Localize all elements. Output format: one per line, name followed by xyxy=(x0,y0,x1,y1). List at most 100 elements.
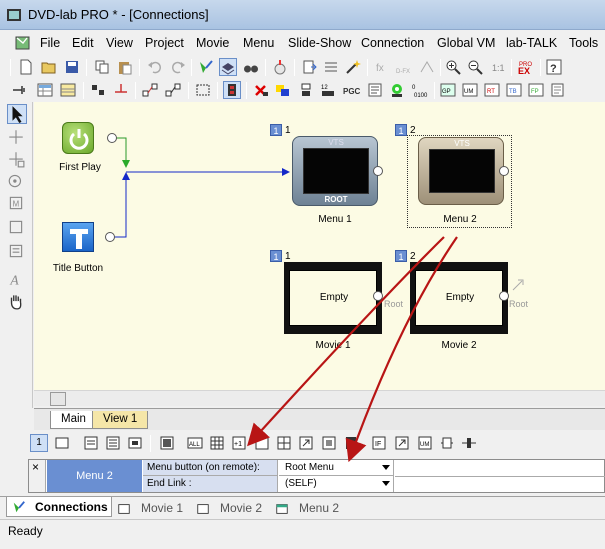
list-icon[interactable] xyxy=(322,58,340,76)
prop-grid-icon[interactable] xyxy=(208,434,226,452)
group-one-button[interactable]: 1 xyxy=(30,434,48,452)
crosshair-tool-icon[interactable] xyxy=(7,128,27,148)
prop-jump-icon[interactable] xyxy=(393,434,411,452)
save-icon[interactable] xyxy=(63,58,81,76)
redo-icon[interactable] xyxy=(169,58,187,76)
menu1-connector[interactable] xyxy=(373,166,383,176)
canvas-hscrollbar[interactable] xyxy=(34,390,605,406)
menu-connection[interactable]: Connection xyxy=(361,36,424,50)
remote-icon[interactable] xyxy=(388,81,406,99)
compile-icon[interactable] xyxy=(300,58,318,76)
audio-streams-icon[interactable]: 12 xyxy=(319,81,337,99)
prop-film-icon[interactable] xyxy=(126,434,144,452)
disc-tool-icon[interactable] xyxy=(7,172,27,192)
prop-box-icon[interactable] xyxy=(253,434,271,452)
undo-icon[interactable] xyxy=(146,58,164,76)
gprm-icon[interactable]: GP xyxy=(439,81,457,99)
menu-tools[interactable]: Tools xyxy=(569,36,598,50)
prop-movie-icon[interactable] xyxy=(158,434,176,452)
link-nodes-alt-icon[interactable] xyxy=(164,81,182,99)
copy-icon[interactable] xyxy=(93,58,111,76)
timecode-icon[interactable]: 0 0100 xyxy=(411,81,429,99)
tab-main[interactable]: Main xyxy=(50,411,97,429)
hscroll-thumb[interactable] xyxy=(50,392,66,406)
select-area-icon[interactable] xyxy=(194,81,212,99)
menu-movie[interactable]: Movie xyxy=(196,36,229,50)
text-tool-icon[interactable]: A xyxy=(7,270,27,290)
movie-node-tool-icon[interactable] xyxy=(7,218,27,238)
prop-plug-icon[interactable] xyxy=(438,434,456,452)
menu-edit[interactable]: Edit xyxy=(72,36,94,50)
delete-link-icon[interactable] xyxy=(252,81,270,99)
movie2-connector[interactable] xyxy=(499,291,509,301)
menu2-node[interactable]: VTS xyxy=(418,137,504,205)
menu-lab-talk[interactable]: lab-TALK xyxy=(506,36,557,50)
prop-screen-icon[interactable] xyxy=(53,434,71,452)
prop-grid2-icon[interactable] xyxy=(275,434,293,452)
movie1-node[interactable]: Empty xyxy=(284,262,382,334)
dropdown-arrow-icon[interactable] xyxy=(382,465,390,471)
hand-tool-icon[interactable] xyxy=(7,292,27,312)
prop-all-icon[interactable]: ALL xyxy=(186,434,204,452)
zoom-out-icon[interactable] xyxy=(466,58,484,76)
tb-icon[interactable]: TB xyxy=(505,81,523,99)
snap-icon[interactable] xyxy=(112,81,130,99)
grid-close-icon[interactable]: × xyxy=(32,460,39,474)
prop-list2-icon[interactable] xyxy=(104,434,122,452)
notes-icon[interactable] xyxy=(549,81,567,99)
help-icon[interactable]: ? xyxy=(545,58,563,76)
burn-icon[interactable] xyxy=(271,58,289,76)
paste-icon[interactable] xyxy=(116,58,134,76)
menu-project[interactable]: Project xyxy=(145,36,184,50)
prop-plus1-icon[interactable]: +1 xyxy=(230,434,248,452)
align-icon[interactable] xyxy=(89,81,107,99)
um-icon[interactable]: UM xyxy=(461,81,479,99)
link-nodes-icon[interactable] xyxy=(141,81,159,99)
prop-list-icon[interactable] xyxy=(82,434,100,452)
grid-view-icon[interactable] xyxy=(36,81,54,99)
menu1-node[interactable]: VTS ROOT xyxy=(292,136,378,206)
grid-selected-object[interactable]: Menu 2 xyxy=(47,460,142,492)
color-blocks-icon[interactable] xyxy=(274,81,292,99)
slideshow-tool-icon[interactable] xyxy=(7,242,27,262)
movie2-node[interactable]: Empty xyxy=(410,262,508,334)
stack-icon[interactable] xyxy=(297,81,315,99)
new-icon[interactable] xyxy=(17,58,35,76)
prop-box2-icon[interactable] xyxy=(320,434,338,452)
dfx-icon[interactable]: D-FX xyxy=(394,58,412,76)
wand-icon[interactable] xyxy=(344,58,362,76)
movie1-connector[interactable] xyxy=(373,291,383,301)
fp-icon[interactable]: FP xyxy=(527,81,545,99)
pgc-icon[interactable]: PGC xyxy=(341,81,363,99)
menu-menu[interactable]: Menu xyxy=(243,36,274,50)
timeline-icon[interactable] xyxy=(418,58,436,76)
open-icon[interactable] xyxy=(40,58,58,76)
prop-arrow-box-icon[interactable] xyxy=(297,434,315,452)
zoom-in-icon[interactable] xyxy=(444,58,462,76)
pro-ex-icon[interactable]: PRO EX xyxy=(515,58,537,76)
prop-um-icon[interactable]: UM xyxy=(416,434,434,452)
doc-tab-connections[interactable]: Connections xyxy=(6,497,112,517)
fx-icon[interactable]: fx xyxy=(372,58,390,76)
chapter-icon[interactable] xyxy=(366,81,384,99)
connect-tool-icon[interactable] xyxy=(197,58,215,76)
prop-if-icon[interactable]: IF xyxy=(370,434,388,452)
prop-film2-icon[interactable] xyxy=(342,434,360,452)
connections-canvas[interactable]: First Play Title Button 1 1 VTS ROOT Men… xyxy=(34,102,605,390)
tab-view1[interactable]: View 1 xyxy=(92,411,149,429)
layers-icon[interactable] xyxy=(219,58,237,76)
pin-icon[interactable] xyxy=(10,81,28,99)
grid-row1-value[interactable]: Root Menu xyxy=(279,460,394,476)
pointer-tool-icon[interactable] xyxy=(7,104,27,124)
grid-row2-value[interactable]: (SELF) xyxy=(279,476,394,492)
add-node-tool-icon[interactable] xyxy=(7,150,27,170)
menu-global-vm[interactable]: Global VM xyxy=(437,36,495,50)
film-select-icon[interactable] xyxy=(223,81,241,99)
menu-slideshow[interactable]: Slide-Show xyxy=(288,36,351,50)
menu2-connector[interactable] xyxy=(499,166,509,176)
prop-split-icon[interactable] xyxy=(460,434,478,452)
first-play-connector[interactable] xyxy=(107,133,117,143)
dropdown-arrow-icon[interactable] xyxy=(382,481,390,487)
menu-file[interactable]: File xyxy=(40,36,60,50)
menu-view[interactable]: View xyxy=(106,36,133,50)
